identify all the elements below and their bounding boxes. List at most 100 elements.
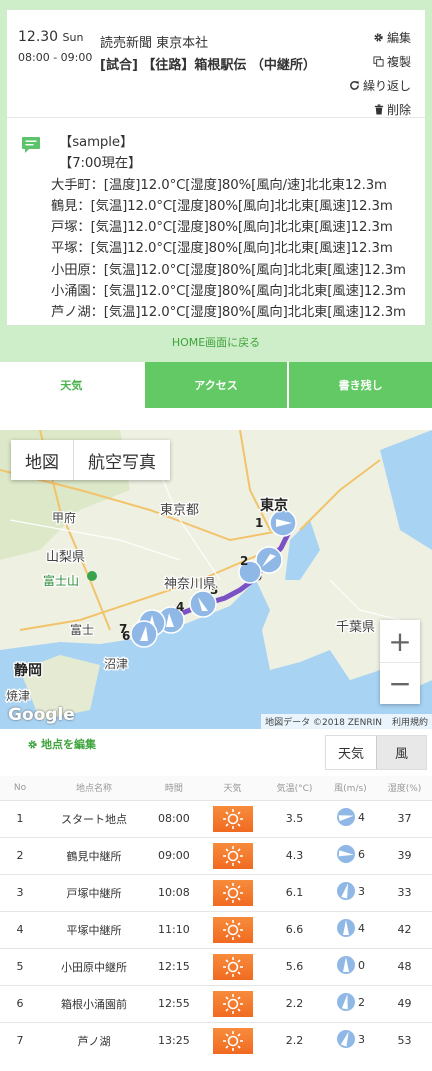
cell-weather (199, 836, 266, 874)
gear-icon (374, 32, 383, 42)
event-card: 12.30 Sun 08:00 - 09:00 読売新聞 東京本社 [試合] 【… (7, 10, 425, 325)
map-type-satellite[interactable]: 航空写真 (73, 440, 170, 480)
gear-icon (28, 739, 37, 749)
map-attribution: 地図データ ©2018 ZENRIN 利用規約 (261, 714, 432, 729)
cell-weather (199, 984, 266, 1022)
sunny-icon (212, 805, 253, 832)
tab-bar: 天気 アクセス 書き残し (0, 362, 432, 408)
comment-line: 芦ノ湖：[気温]12.0°C[湿度]80%[風向]北北東[風速]12.3m (51, 305, 406, 321)
sunny-icon (212, 990, 253, 1017)
cell-name: 箱根小涌園前 (40, 984, 148, 1022)
toggle-weather[interactable]: 天気 (326, 736, 376, 769)
cell-no: 1 (0, 799, 40, 837)
cell-time: 08:00 (147, 799, 200, 837)
table-header-row: No 地点名称 時間 天気 気温(°C) 風(m/s) 湿度(%) (0, 776, 432, 800)
marker-label: 2 (240, 554, 248, 568)
wind-speed: 2 (357, 995, 365, 1009)
edit-label: 編集 (386, 30, 411, 45)
edit-points-link[interactable]: 地点を編集 (27, 736, 96, 752)
map-type-control: 地図 航空写真 (11, 440, 170, 480)
cell-weather (199, 873, 266, 911)
tab-access[interactable]: アクセス (142, 362, 288, 408)
cell-no: 5 (0, 947, 40, 985)
home-link[interactable]: HOME画面に戻る (0, 334, 432, 350)
cell-name: 小田原中継所 (40, 947, 148, 985)
cell-wind: 6 (323, 836, 378, 874)
cell-time: 12:55 (147, 984, 200, 1022)
wind-speed: 6 (357, 847, 365, 861)
col-temp: 気温(°C) (265, 776, 324, 800)
table-row: 5 小田原中継所 12:15 5.6 0 48 (0, 947, 432, 985)
map-label-kofu: 甲府 (52, 510, 76, 525)
event-actions: 編集 複製 繰り返し 削除 (341, 25, 411, 121)
marker-label: 4 (176, 600, 184, 614)
cell-name: 平塚中継所 (40, 910, 148, 948)
cell-time: 11:10 (147, 910, 200, 948)
table-row: 7 芦ノ湖 13:25 2.2 3 53 (0, 1021, 432, 1059)
wind-direction-icon (336, 993, 355, 1011)
cell-time: 13:25 (147, 1021, 200, 1059)
repeat-button[interactable]: 繰り返し (341, 73, 411, 97)
google-logo: Google (8, 705, 75, 725)
comment-line: 小涌園：[気温]12.0°C[湿度]80%[風向]北北東[風速]12.3m (51, 284, 406, 300)
tab-weather[interactable]: 天気 (0, 362, 143, 408)
map-label-kanagawa: 神奈川県 (164, 577, 216, 592)
duplicate-label: 複製 (386, 54, 411, 69)
event-header: 12.30 Sun 08:00 - 09:00 読売新聞 東京本社 [試合] 【… (7, 10, 425, 118)
cell-no: 2 (0, 836, 40, 874)
cell-wind: 0 (323, 947, 378, 985)
trash-icon (374, 103, 384, 115)
event-title: [試合] 【往路】箱根駅伝 （中継所） (100, 58, 316, 73)
comment-line: 大手町：[温度]12.0°C[湿度]80%[風向/速]北北東12.3m (51, 177, 387, 193)
comment-line: 小田原：[気温]12.0°C[湿度]80%[風向]北北東[風速]12.3m (51, 262, 406, 278)
cell-weather (199, 799, 266, 837)
cell-name: 戸塚中継所 (40, 873, 148, 911)
wind-direction-icon (336, 1030, 355, 1049)
map-data-credit: 地図データ ©2018 ZENRIN (265, 718, 382, 728)
zoom-in-button[interactable]: + (380, 620, 420, 662)
cell-humidity: 42 (377, 910, 432, 948)
comment-section: 【sample】 【7:00現在】 大手町：[温度]12.0°C[湿度]80%[… (7, 118, 425, 324)
table-row: 3 戸塚中継所 10:08 6.1 3 33 (0, 873, 432, 911)
cell-name: 芦ノ湖 (40, 1021, 148, 1059)
edit-points-label: 地点を編集 (41, 738, 96, 751)
map-label-numazu: 沼津 (104, 657, 128, 671)
wind-speed: 3 (357, 884, 365, 898)
cell-wind: 2 (323, 984, 378, 1022)
cell-humidity: 33 (377, 873, 432, 911)
wind-speed: 4 (357, 810, 365, 824)
map-label-fuji: 富士 (70, 622, 94, 637)
wind-speed: 4 (357, 921, 365, 935)
map-label-fujisan: 富士山 (43, 573, 79, 588)
cell-wind: 4 (323, 910, 378, 948)
repeat-icon (350, 80, 359, 90)
zoom-out-button[interactable]: − (380, 662, 420, 704)
wind-speed: 0 (357, 958, 365, 972)
zoom-control: + − (380, 620, 420, 704)
edit-button[interactable]: 編集 (341, 25, 411, 49)
cell-wind: 3 (323, 873, 378, 911)
terms-link[interactable]: 利用規約 (392, 718, 428, 728)
cell-temp: 2.2 (265, 984, 324, 1022)
cell-humidity: 39 (377, 836, 432, 874)
cell-temp: 3.5 (265, 799, 324, 837)
cell-weather (199, 947, 266, 985)
repeat-label: 繰り返し (362, 78, 411, 93)
cell-no: 6 (0, 984, 40, 1022)
cell-no: 3 (0, 873, 40, 911)
cell-humidity: 53 (377, 1021, 432, 1059)
wind-indicator: 4 (336, 918, 365, 938)
table-row: 6 箱根小涌園前 12:55 2.2 2 49 (0, 984, 432, 1022)
cell-temp: 6.6 (265, 910, 324, 948)
cell-name: 鶴見中継所 (40, 836, 148, 874)
toggle-wind[interactable]: 風 (376, 736, 426, 769)
delete-label: 削除 (386, 102, 411, 117)
map-label-shizuoka: 静岡 (14, 662, 42, 679)
duplicate-button[interactable]: 複製 (341, 49, 411, 73)
comment-line: 【7:00現在】 (59, 156, 142, 172)
map-type-map[interactable]: 地図 (11, 440, 73, 480)
tab-notes[interactable]: 書き残し (287, 362, 432, 408)
marker-label: 1 (255, 516, 263, 530)
cell-temp: 5.6 (265, 947, 324, 985)
cell-humidity: 49 (377, 984, 432, 1022)
